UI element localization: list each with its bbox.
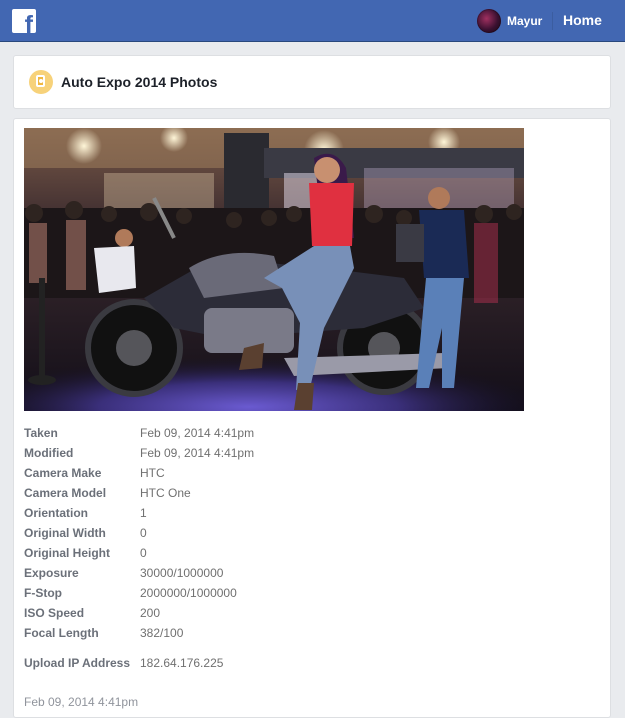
meta-label: Orientation (24, 506, 89, 520)
meta-row-camera-make: Camera Make HTC (24, 463, 584, 483)
photo-timestamp[interactable]: Feb 09, 2014 4:41pm (24, 695, 138, 709)
meta-label: F-Stop (24, 586, 62, 600)
meta-value: 1 (140, 506, 147, 520)
meta-row-orientation: Orientation 1 (24, 503, 584, 523)
meta-row-focal-length: Focal Length 382/100 (24, 623, 584, 643)
meta-label: Exposure (24, 566, 79, 580)
facebook-logo-icon[interactable]: f (12, 9, 36, 33)
meta-row-original-width: Original Width 0 (24, 523, 584, 543)
meta-row-upload-ip: Upload IP Address 182.64.176.225 (24, 643, 584, 683)
meta-label: ISO Speed (24, 606, 85, 620)
meta-value: 0 (140, 546, 147, 560)
meta-row-camera-model: Camera Model HTC One (24, 483, 584, 503)
meta-label: Focal Length (24, 626, 99, 640)
meta-label: Original Height (24, 546, 111, 560)
meta-label: Upload IP Address (24, 656, 131, 670)
meta-value: 182.64.176.225 (140, 656, 224, 670)
meta-value: Feb 09, 2014 4:41pm (140, 446, 255, 460)
nav-divider (552, 12, 553, 30)
avatar[interactable] (477, 9, 501, 33)
meta-value: HTC (140, 466, 165, 480)
meta-value: HTC One (140, 486, 191, 500)
photo-image[interactable] (24, 128, 524, 411)
meta-label: Camera Make (24, 466, 102, 480)
user-name[interactable]: Mayur (507, 14, 542, 28)
meta-value: Feb 09, 2014 4:41pm (140, 426, 255, 440)
user-profile-link[interactable]: Mayur (477, 9, 542, 33)
top-navigation-bar: f Mayur Home (0, 0, 625, 42)
meta-row-iso-speed: ISO Speed 200 (24, 603, 584, 623)
meta-label: Original Width (24, 526, 106, 540)
meta-row-modified: Modified Feb 09, 2014 4:41pm (24, 443, 584, 463)
photo-album-icon (29, 70, 53, 94)
album-title[interactable]: Auto Expo 2014 Photos (61, 74, 217, 90)
meta-value: 2000000/1000000 (140, 586, 237, 600)
meta-label: Modified (24, 446, 74, 460)
photo-details-card: Taken Feb 09, 2014 4:41pm Modified Feb 0… (13, 118, 611, 718)
album-header-card: Auto Expo 2014 Photos (13, 55, 611, 109)
home-link[interactable]: Home (563, 12, 602, 28)
meta-label: Camera Model (24, 486, 107, 500)
meta-label: Taken (24, 426, 58, 440)
meta-row-exposure: Exposure 30000/1000000 (24, 563, 584, 583)
meta-row-original-height: Original Height 0 (24, 543, 584, 563)
meta-value: 200 (140, 606, 161, 620)
photo-metadata-list: Taken Feb 09, 2014 4:41pm Modified Feb 0… (24, 423, 584, 683)
meta-row-taken: Taken Feb 09, 2014 4:41pm (24, 423, 584, 443)
meta-value: 382/100 (140, 626, 184, 640)
meta-value: 0 (140, 526, 147, 540)
meta-row-f-stop: F-Stop 2000000/1000000 (24, 583, 584, 603)
meta-value: 30000/1000000 (140, 566, 224, 580)
